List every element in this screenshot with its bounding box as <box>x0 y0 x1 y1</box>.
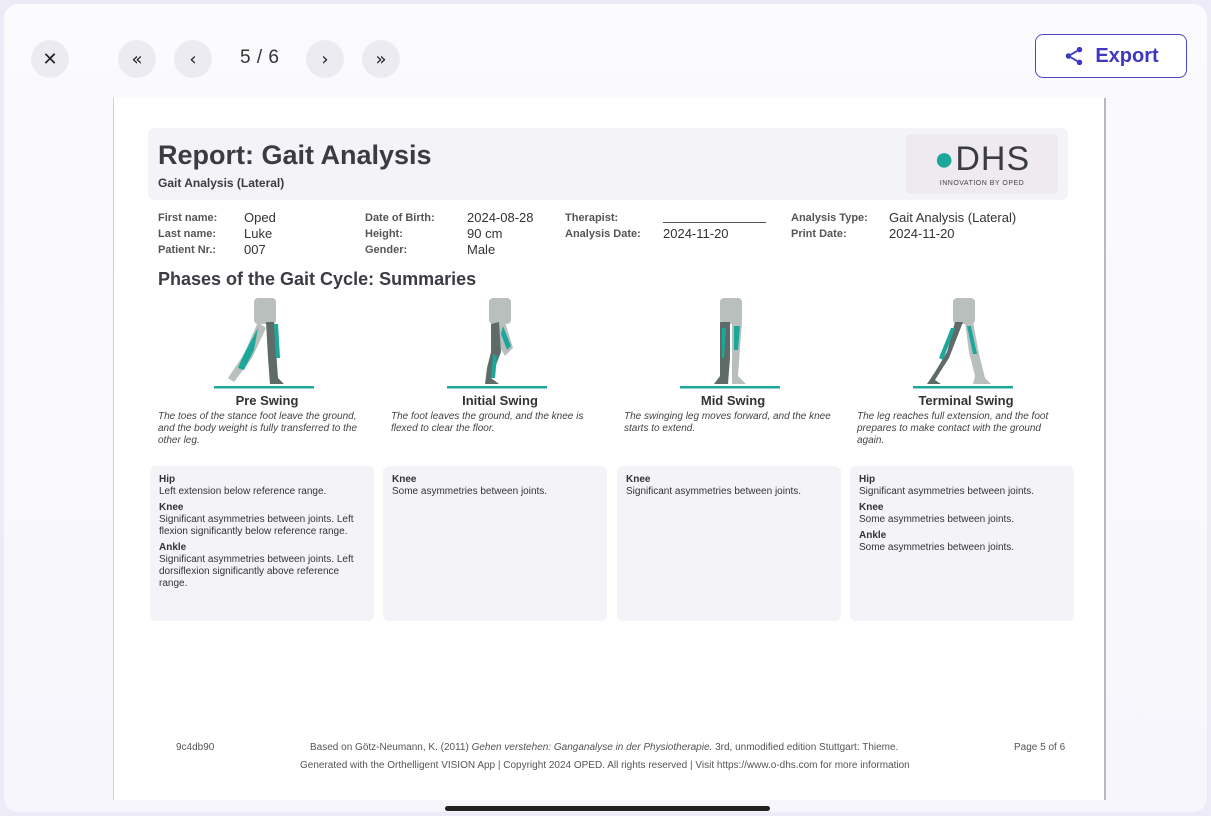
joint-summary: Significant asymmetries between joints. <box>626 486 802 497</box>
height-value: 90 cm <box>467 226 503 241</box>
joint-summary: Some asymmetries between joints. <box>859 514 1015 525</box>
logo-o-icon: ● <box>933 140 956 178</box>
summary-card-mid-swing: Knee Significant asymmetries between joi… <box>617 466 841 621</box>
prev-page-icon: ‹ <box>189 48 197 70</box>
phase-name: Pre Swing <box>235 393 299 408</box>
logo-tagline: INNOVATION BY OPED <box>939 180 1025 187</box>
print-date-value: 2024-11-20 <box>889 226 955 241</box>
first-name-label: First name: <box>158 212 218 224</box>
summary-card-pre-swing: Hip Left extension below reference range… <box>150 466 374 621</box>
page-number: Page 5 of 6 <box>1014 742 1066 753</box>
phase-description: The foot leaves the ground, and the knee… <box>391 411 584 434</box>
report-page: Report: Gait Analysis Gait Analysis (Lat… <box>114 98 1104 800</box>
analysis-type-label: Analysis Type: <box>791 212 868 224</box>
joint-heading: Knee <box>626 474 651 485</box>
home-indicator[interactable] <box>445 806 770 811</box>
joint-heading: Ankle <box>159 542 187 553</box>
analysis-date-label: Analysis Date: <box>565 228 641 240</box>
first-name-value: Oped <box>244 210 276 225</box>
patient-info-col3: Therapist: Analysis Date: 2024-11-20 <box>565 210 766 242</box>
patient-info-col4: Analysis Type: Gait Analysis (Lateral) Pr… <box>791 210 1016 242</box>
page-indicator: 5 / 6 <box>240 47 280 68</box>
analysis-type-value: Gait Analysis (Lateral) <box>889 210 1017 225</box>
close-icon: ✕ <box>42 48 58 70</box>
joint-summary: Some asymmetries between joints. <box>392 486 548 497</box>
logo-text: DHS <box>955 140 1031 178</box>
phase-description: The toes of the stance foot leave the gr… <box>158 411 358 446</box>
therapist-label: Therapist: <box>565 212 619 224</box>
report-header: Report: Gait Analysis Gait Analysis (Lat… <box>148 128 1068 200</box>
patient-nr-value: 007 <box>244 242 266 257</box>
report-id: 9c4db90 <box>176 742 215 753</box>
document-viewer: ✕ « ‹ 5 / 6 › » Export Report: Gait Anal… <box>4 4 1207 812</box>
phase-description: The leg reaches full extension, and the … <box>857 411 1049 446</box>
height-label: Height: <box>365 228 403 240</box>
terminal-swing-figure-icon <box>913 298 1013 389</box>
pre-swing-figure-icon <box>214 298 314 389</box>
export-label: Export <box>1095 44 1159 67</box>
summary-card-initial-swing: Knee Some asymmetries between joints. <box>383 466 607 621</box>
last-page-button[interactable]: » <box>362 40 400 78</box>
last-name-value: Luke <box>244 226 273 241</box>
mid-swing-figure-icon <box>680 298 780 389</box>
prev-page-button[interactable]: ‹ <box>174 40 212 78</box>
joint-heading: Hip <box>859 474 876 485</box>
joint-heading: Knee <box>392 474 417 485</box>
first-page-button[interactable]: « <box>118 40 156 78</box>
joint-summary: Some asymmetries between joints. <box>859 542 1015 553</box>
analysis-date-value: 2024-11-20 <box>663 226 729 241</box>
joint-heading: Hip <box>159 474 176 485</box>
dob-value: 2024-08-28 <box>467 210 534 225</box>
joint-summary: Left extension below reference range. <box>159 486 327 497</box>
next-page-button[interactable]: › <box>306 40 344 78</box>
joint-summary: Significant asymmetries between joints. … <box>159 554 354 589</box>
summary-card-terminal-swing: Hip Significant asymmetries between join… <box>850 466 1074 621</box>
phase-name: Terminal Swing <box>918 393 1014 408</box>
first-page-icon: « <box>131 48 143 70</box>
phase-name: Mid Swing <box>700 393 766 408</box>
initial-swing-figure-icon <box>447 298 547 389</box>
export-button[interactable]: Export <box>1035 34 1187 78</box>
report-subtitle: Gait Analysis (Lateral) <box>158 176 285 190</box>
next-page-icon: › <box>321 48 329 70</box>
gender-value: Male <box>467 242 496 257</box>
report-title: Report: Gait Analysis <box>158 140 432 170</box>
phase-description: The swinging leg moves forward, and the … <box>624 411 831 434</box>
print-date-label: Print Date: <box>791 228 847 240</box>
reference-text: Based on Götz-Neumann, K. (2011) Gehen v… <box>310 742 899 753</box>
joint-summary: Significant asymmetries between joints. <box>859 486 1035 497</box>
last-page-icon: » <box>375 48 387 70</box>
joint-heading: Knee <box>159 502 184 513</box>
therapist-value <box>663 210 766 223</box>
generated-by-text: Generated with the Orthelligent VISION A… <box>300 760 910 771</box>
odhs-logo: ●DHS INNOVATION BY OPED <box>906 134 1058 194</box>
close-button[interactable]: ✕ <box>31 40 69 78</box>
last-name-label: Last name: <box>158 228 217 240</box>
phase-name: Initial Swing <box>462 393 538 408</box>
share-icon <box>1066 46 1083 66</box>
dob-label: Date of Birth: <box>365 212 435 224</box>
viewer-toolbar: ✕ « ‹ 5 / 6 › » Export <box>4 4 1207 100</box>
patient-info-col2: Date of Birth: 2024-08-28 Height: 90 cm Ge… <box>365 210 534 258</box>
patient-nr-label: Patient Nr.: <box>158 244 217 256</box>
gender-label: Gender: <box>365 244 408 256</box>
section-title: Phases of the Gait Cycle: Summaries <box>158 269 477 289</box>
joint-heading: Knee <box>859 502 884 513</box>
joint-summary: Significant asymmetries between joints. … <box>159 514 354 537</box>
patient-info-col1: First name: Oped Last name: Luke Patient N… <box>158 210 276 258</box>
joint-heading: Ankle <box>859 530 887 541</box>
